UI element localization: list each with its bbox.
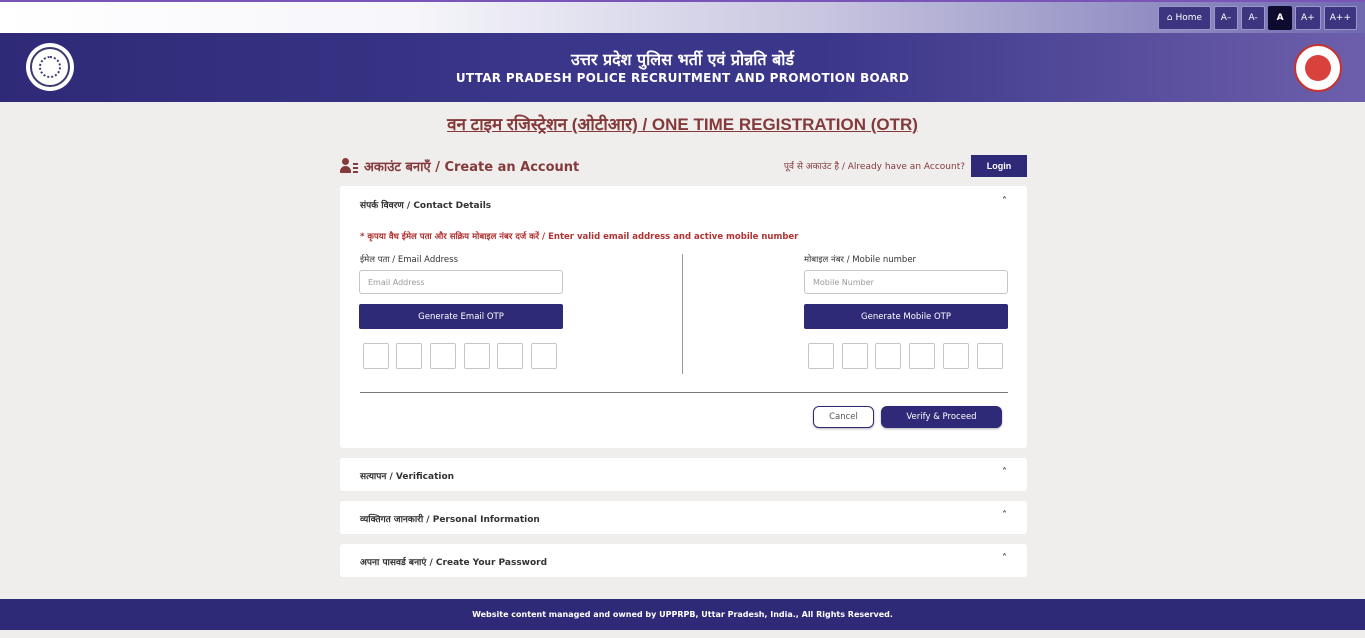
verification-heading[interactable]: सत्यापन / Verification (360, 469, 454, 482)
mobile-otp-digit[interactable] (842, 343, 868, 369)
site-header: उत्तर प्रदेश पुलिस भर्ती एवं प्रोन्नति ब… (0, 33, 1365, 102)
home-icon: ⌂ (1166, 13, 1173, 23)
email-otp-digit[interactable] (430, 343, 456, 369)
government-up-logo (1294, 44, 1342, 92)
verification-card[interactable]: सत्यापन / Verification ˄ (340, 458, 1027, 491)
personal-information-card[interactable]: व्यक्तिगत जानकारी / Personal Information… (340, 501, 1027, 534)
login-button[interactable]: Login (971, 155, 1027, 177)
email-otp-digit[interactable] (464, 343, 490, 369)
font-size-controls: ⌂ Home A– A- A A+ A++ (1157, 6, 1357, 30)
header-title-english: UTTAR PRADESH POLICE RECRUITMENT AND PRO… (455, 71, 910, 85)
mobile-otp-digit[interactable] (943, 343, 969, 369)
personal-information-heading[interactable]: व्यक्तिगत जानकारी / Personal Information (360, 512, 540, 525)
font-normal-button[interactable]: A (1268, 6, 1293, 30)
user-list-icon (340, 158, 358, 174)
mobile-otp-digit[interactable] (909, 343, 935, 369)
email-otp-digit[interactable] (363, 343, 389, 369)
mobile-otp-digit[interactable] (808, 343, 834, 369)
horizontal-divider (360, 392, 1008, 393)
page-title: वन टाइम रजिस्ट्रेशन (ओटीआर) / ONE TIME R… (447, 115, 918, 134)
vertical-divider (682, 254, 683, 374)
account-row: अकाउंट बनाएँ / Create an Account पूर्व स… (340, 155, 1027, 177)
already-have-account-text: पूर्व से अकाउंट है / Already have an Acc… (783, 162, 965, 172)
verify-proceed-button[interactable]: Verify & Proceed (881, 406, 1002, 428)
chevron-up-icon[interactable]: ˄ (1002, 196, 1007, 207)
email-input[interactable] (359, 270, 563, 294)
mobile-otp-digit[interactable] (977, 343, 1003, 369)
chevron-up-icon[interactable]: ˄ (1002, 553, 1007, 564)
generate-email-otp-button[interactable]: Generate Email OTP (359, 304, 563, 329)
font-decrease-2-button[interactable]: A– (1214, 6, 1239, 30)
chevron-up-icon[interactable]: ˄ (1002, 467, 1007, 478)
mobile-label: मोबाइल नंबर / Mobile number (804, 255, 917, 265)
font-increase-button[interactable]: A+ (1295, 6, 1321, 30)
contact-details-heading[interactable]: संपर्क विवरण / Contact Details (360, 198, 491, 211)
email-otp-digit[interactable] (396, 343, 422, 369)
mobile-input[interactable] (804, 270, 1008, 294)
create-password-card[interactable]: अपना पासवर्ड बनाएं / Create Your Passwor… (340, 544, 1027, 577)
mobile-otp-digit[interactable] (875, 343, 901, 369)
site-footer: Website content managed and owned by UPP… (0, 599, 1365, 630)
top-strip: ⌂ Home A– A- A A+ A++ (0, 0, 1365, 33)
email-otp-digit[interactable] (497, 343, 523, 369)
font-increase-2-button[interactable]: A++ (1323, 6, 1357, 30)
cancel-button[interactable]: Cancel (813, 406, 874, 428)
create-password-heading[interactable]: अपना पासवर्ड बनाएं / Create Your Passwor… (360, 555, 547, 568)
header-title-hindi: उत्तर प्रदेश पुलिस भर्ती एवं प्रोन्नति ब… (571, 50, 794, 69)
chevron-up-icon[interactable]: ˄ (1002, 510, 1007, 521)
create-account-heading: अकाउंट बनाएँ / Create an Account (340, 157, 579, 175)
contact-note: * कृपया वैध ईमेल पता और सक्रिय मोबाइल नं… (360, 232, 799, 242)
email-label: ईमेल पता / Email Address (360, 255, 458, 265)
footer-text: Website content managed and owned by UPP… (472, 610, 893, 619)
generate-mobile-otp-button[interactable]: Generate Mobile OTP (804, 304, 1008, 329)
contact-details-card: संपर्क विवरण / Contact Details ˄ * कृपया… (340, 186, 1027, 448)
font-decrease-button[interactable]: A- (1241, 6, 1266, 30)
home-button[interactable]: ⌂ Home (1157, 6, 1212, 30)
email-otp-digit[interactable] (531, 343, 557, 369)
